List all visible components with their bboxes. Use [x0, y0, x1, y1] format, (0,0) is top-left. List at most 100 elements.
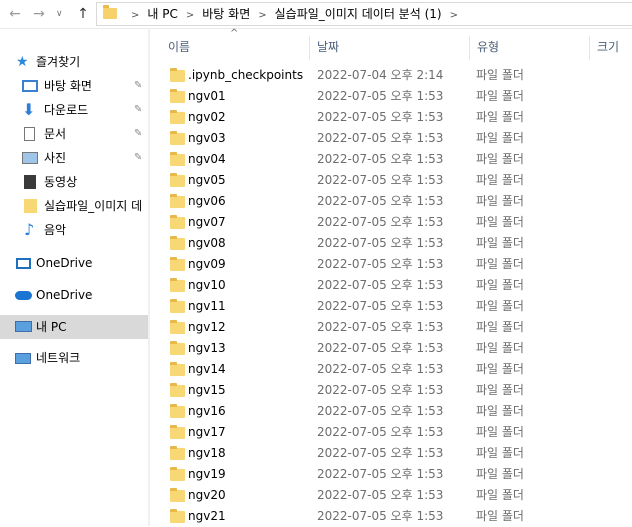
- column-divider[interactable]: [469, 36, 470, 60]
- file-row[interactable]: .ipynb_checkpoints 2022-07-04 오후 2:14 파일 폴…: [150, 65, 632, 86]
- file-name: ngv16: [188, 404, 226, 418]
- file-name: ngv09: [188, 257, 226, 271]
- sidebar-item-label: 음악: [44, 223, 67, 237]
- file-row[interactable]: ngv15 2022-07-05 오후 1:53 파일 폴더: [150, 380, 632, 401]
- sidebar-item-desktop[interactable]: 바탕 화면 ✎: [0, 74, 148, 98]
- file-name: ngv15: [188, 383, 226, 397]
- file-row[interactable]: ngv17 2022-07-05 오후 1:53 파일 폴더: [150, 422, 632, 443]
- star-icon: ★: [16, 54, 29, 70]
- column-header-name[interactable]: 이름: [168, 37, 190, 57]
- sidebar-item-onedrive-personal[interactable]: OneDrive: [0, 251, 148, 275]
- video-icon: [24, 175, 36, 189]
- file-row[interactable]: ngv02 2022-07-05 오후 1:53 파일 폴더: [150, 107, 632, 128]
- file-date: 2022-07-05 오후 1:53: [317, 320, 444, 334]
- sidebar-item-label: OneDrive: [36, 256, 93, 270]
- file-row[interactable]: ngv06 2022-07-05 오후 1:53 파일 폴더: [150, 191, 632, 212]
- computer-icon: [15, 321, 32, 332]
- breadcrumb-chevron-icon[interactable]: >: [450, 5, 458, 27]
- column-header-type[interactable]: 유형: [477, 37, 499, 57]
- sidebar-item-label: 문서: [44, 127, 67, 141]
- file-row[interactable]: ngv03 2022-07-05 오후 1:53 파일 폴더: [150, 128, 632, 149]
- column-divider[interactable]: [589, 36, 590, 60]
- column-divider[interactable]: [309, 36, 310, 60]
- download-icon: ⬇: [22, 100, 36, 119]
- file-name: ngv07: [188, 215, 226, 229]
- sidebar-item-label: 동영상: [44, 175, 78, 189]
- file-date: 2022-07-05 오후 1:53: [317, 341, 444, 355]
- column-header-date[interactable]: 날짜: [317, 37, 339, 57]
- file-date: 2022-07-05 오후 1:53: [317, 509, 444, 523]
- file-row[interactable]: ngv20 2022-07-05 오후 1:53 파일 폴더: [150, 485, 632, 506]
- file-row[interactable]: ngv14 2022-07-05 오후 1:53 파일 폴더: [150, 359, 632, 380]
- breadcrumb-chevron-icon[interactable]: >: [131, 5, 139, 27]
- pin-icon: ✎: [134, 152, 143, 163]
- file-row[interactable]: ngv08 2022-07-05 오후 1:53 파일 폴더: [150, 233, 632, 254]
- breadcrumb-item[interactable]: 내 PC: [147, 3, 177, 25]
- sidebar-item-label: 실습파일_이미지 데: [44, 199, 143, 213]
- breadcrumb-item[interactable]: 실습파일_이미지 데이터 분석 (1): [275, 3, 442, 25]
- file-date: 2022-07-05 오후 1:53: [317, 257, 444, 271]
- file-row[interactable]: ngv05 2022-07-05 오후 1:53 파일 폴더: [150, 170, 632, 191]
- file-type: 파일 폴더: [476, 110, 524, 124]
- file-row[interactable]: ngv16 2022-07-05 오후 1:53 파일 폴더: [150, 401, 632, 422]
- file-row[interactable]: ngv18 2022-07-05 오후 1:53 파일 폴더: [150, 443, 632, 464]
- file-row[interactable]: ngv09 2022-07-05 오후 1:53 파일 폴더: [150, 254, 632, 275]
- sidebar-item-this-pc[interactable]: 내 PC: [0, 315, 148, 339]
- column-header-size[interactable]: 크기: [597, 37, 619, 57]
- file-row[interactable]: ngv12 2022-07-05 오후 1:53 파일 폴더: [150, 317, 632, 338]
- back-arrow-icon[interactable]: ←: [6, 4, 24, 24]
- sidebar-item-videos[interactable]: 동영상: [0, 170, 148, 194]
- sidebar-item-downloads[interactable]: ⬇ 다운로드 ✎: [0, 98, 148, 122]
- folder-icon: [170, 425, 185, 439]
- sidebar-item-practice-folder[interactable]: 실습파일_이미지 데: [0, 194, 148, 218]
- file-date: 2022-07-05 오후 1:53: [317, 404, 444, 418]
- file-row[interactable]: ngv13 2022-07-05 오후 1:53 파일 폴더: [150, 338, 632, 359]
- up-arrow-icon[interactable]: ↑: [74, 4, 92, 24]
- folder-icon: [170, 320, 185, 334]
- sidebar-item-label: 즐겨찾기: [36, 55, 81, 69]
- sidebar-item-documents[interactable]: 문서 ✎: [0, 122, 148, 146]
- pin-icon: ✎: [134, 128, 143, 139]
- file-row[interactable]: ngv04 2022-07-05 오후 1:53 파일 폴더: [150, 149, 632, 170]
- file-row[interactable]: ngv21 2022-07-05 오후 1:53 파일 폴더: [150, 506, 632, 527]
- file-row[interactable]: ngv10 2022-07-05 오후 1:53 파일 폴더: [150, 275, 632, 296]
- column-header-label: 날짜: [317, 40, 340, 54]
- file-row[interactable]: ngv01 2022-07-05 오후 1:53 파일 폴더: [150, 86, 632, 107]
- sort-ascending-icon: ^: [230, 28, 239, 39]
- sidebar-item-label: 바탕 화면: [44, 79, 92, 93]
- file-row[interactable]: ngv19 2022-07-05 오후 1:53 파일 폴더: [150, 464, 632, 485]
- sidebar-item-label: 네트워크: [36, 351, 81, 365]
- address-box[interactable]: > 내 PC > 바탕 화면 > 실습파일_이미지 데이터 분석 (1) >: [96, 2, 632, 26]
- file-name: ngv04: [188, 152, 226, 166]
- file-name: ngv01: [188, 89, 226, 103]
- column-header-label: 크기: [597, 40, 620, 54]
- file-type: 파일 폴더: [476, 194, 524, 208]
- breadcrumb-item[interactable]: 바탕 화면: [202, 3, 250, 25]
- breadcrumb-chevron-icon[interactable]: >: [186, 5, 194, 27]
- sidebar-item-music[interactable]: ♪ 음악: [0, 218, 148, 242]
- folder-icon: [170, 404, 185, 418]
- sidebar-item-label: 사진: [44, 151, 67, 165]
- file-date: 2022-07-05 오후 1:53: [317, 131, 444, 145]
- file-name: ngv21: [188, 509, 226, 523]
- breadcrumb-chevron-icon[interactable]: >: [258, 5, 266, 27]
- sidebar-item-pictures[interactable]: 사진 ✎: [0, 146, 148, 170]
- file-date: 2022-07-05 오후 1:53: [317, 110, 444, 124]
- forward-arrow-icon[interactable]: →: [30, 4, 48, 24]
- folder-icon: [170, 236, 185, 250]
- file-date: 2022-07-04 오후 2:14: [317, 68, 444, 82]
- file-type: 파일 폴더: [476, 467, 524, 481]
- folder-icon: [170, 467, 185, 481]
- sidebar-item-network[interactable]: 네트워크: [0, 346, 148, 370]
- file-type: 파일 폴더: [476, 341, 524, 355]
- sidebar-item-onedrive[interactable]: OneDrive: [0, 283, 148, 307]
- sidebar-item-quick-access[interactable]: ★ 즐겨찾기: [0, 50, 148, 74]
- address-bar-row: ← → ∨ ↑ > 내 PC > 바탕 화면 > 실습파일_이미지 데이터 분석 (1) >: [0, 0, 632, 29]
- file-date: 2022-07-05 오후 1:53: [317, 362, 444, 376]
- folder-icon: [170, 341, 185, 355]
- file-row[interactable]: ngv11 2022-07-05 오후 1:53 파일 폴더: [150, 296, 632, 317]
- file-name: ngv06: [188, 194, 226, 208]
- recent-locations-chevron-icon[interactable]: ∨: [56, 4, 66, 24]
- folder-icon: [170, 173, 185, 187]
- file-row[interactable]: ngv07 2022-07-05 오후 1:53 파일 폴더: [150, 212, 632, 233]
